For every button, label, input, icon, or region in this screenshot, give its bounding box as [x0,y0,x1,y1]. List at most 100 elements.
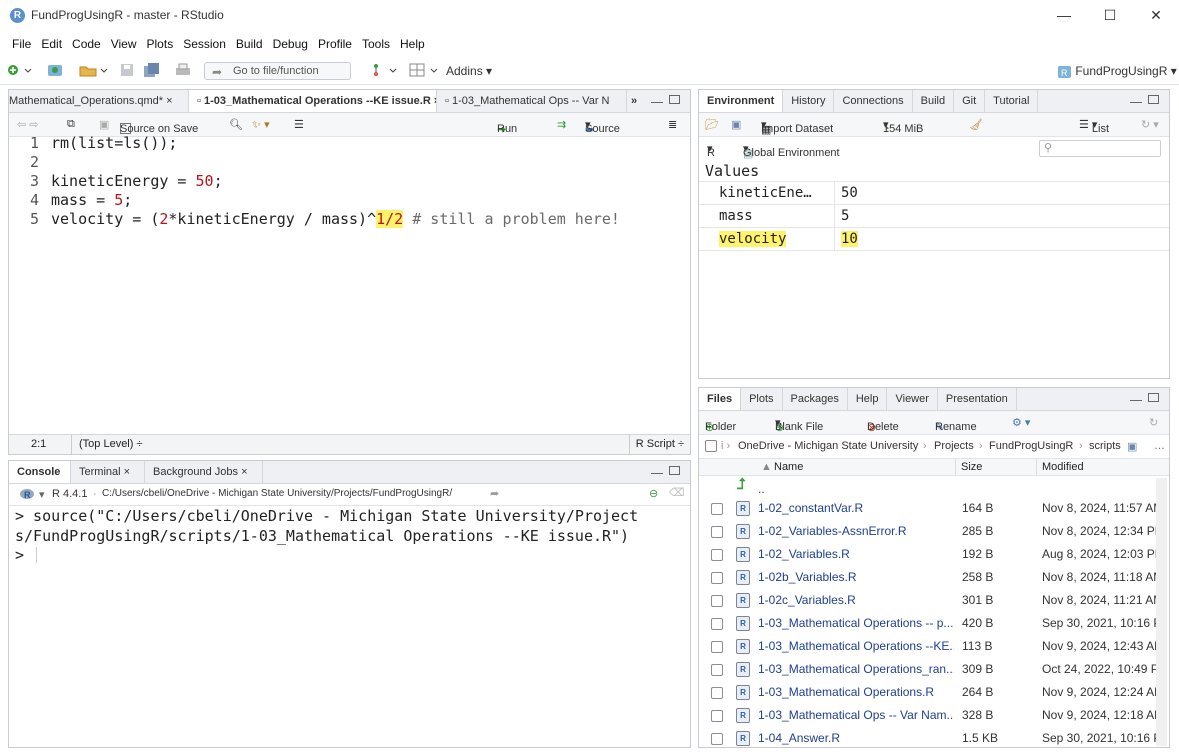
pane-minmax-icons[interactable] [643,461,690,483]
editor-tab-qmd[interactable]: Mathematical_Operations.qmd* × [9,90,189,112]
file-checkbox[interactable] [711,687,723,699]
environment-row[interactable]: mass 5 [699,205,1169,228]
more-gear-icon[interactable]: ⚙︎ ▾ [1012,416,1030,429]
close-tab-icon[interactable]: × [124,466,130,478]
filetype-selector[interactable]: R Script ÷ [628,435,684,454]
file-checkbox[interactable] [711,641,723,653]
view-mode-dropdown[interactable]: ☰ List ▾ [1079,118,1109,135]
menu-tools[interactable]: Tools [357,37,395,51]
save-icon[interactable]: ▣ [99,118,109,131]
environment-search-input[interactable]: ⚲ [1039,140,1161,157]
file-row[interactable]: R 1-02c_Variables.R 301 B Nov 8, 2024, 11:2… [699,589,1169,612]
show-in-window-icon[interactable]: ⧉ [67,118,75,131]
open-file-icon[interactable] [78,62,108,80]
menu-file[interactable]: File [7,37,36,51]
home-icon[interactable]: i › [721,440,730,452]
outline-toggle-icon[interactable]: ≣ [668,118,677,131]
file-row[interactable]: R 1-03_Mathematical Operations_ran... 309 … [699,658,1169,681]
console-output[interactable]: > source("C:/Users/cbeli/OneDrive - Mich… [15,507,685,566]
column-size[interactable]: Size [955,459,982,475]
file-row[interactable]: R 1-04_Answer.R 1.5 KB Sep 30, 2021, 10:16 … [699,727,1169,747]
file-name[interactable]: 1-02_constantVar.R [758,497,954,520]
search-icon[interactable]: 🔍︎ [229,118,243,131]
clear-broom-icon[interactable]: 🧹︎ [969,118,983,131]
file-checkbox[interactable] [711,503,723,515]
editor-tab-var-names[interactable]: ▫ 1-03_Mathematical Ops -- Var N [437,90,627,112]
back-forward-icons[interactable]: ⇦ ⇨ [17,118,39,131]
file-row[interactable]: R 1-02_Variables-AssnError.R 285 B Nov 8, 2… [699,520,1169,543]
maximize-button[interactable]: ☐ [1087,0,1133,30]
code-editor[interactable]: 1 rm(list=ls()); 2 3 kineticEnergy = 50; 4 ma… [9,134,689,229]
tab-terminal[interactable]: Terminal × [71,461,145,483]
menu-edit[interactable]: Edit [36,37,67,51]
environment-row[interactable]: kineticEne… 50 [699,182,1169,205]
print-icon[interactable] [174,62,192,80]
new-file-icon[interactable] [7,62,33,80]
file-checkbox[interactable] [711,618,723,630]
addins-menu[interactable]: Addins ▾ [446,62,492,80]
file-name[interactable]: 1-03_Mathematical Operations.R [758,681,954,704]
tab-git[interactable]: Git [954,90,986,112]
file-checkbox[interactable] [711,526,723,538]
file-row[interactable]: R 1-02b_Variables.R 258 B Nov 8, 2024, 11:1… [699,566,1169,589]
project-menu[interactable]: R FundProgUsingR ▾ [1057,62,1177,80]
file-row[interactable]: R 1-02_Variables.R 192 B Aug 8, 2024, 12:03… [699,543,1169,566]
file-row[interactable]: R 1-03_Mathematical Operations.R 264 B Nov … [699,681,1169,704]
menu-code[interactable]: Code [67,37,106,51]
environment-row[interactable]: velocity 10 [699,228,1169,251]
memory-usage[interactable]: ◔ 154 MiB ▾ [883,118,923,135]
scope-selector[interactable]: (Top Level) ÷ [71,435,143,454]
source-button[interactable]: ➥ Source ▾ [585,118,620,136]
tab-plots[interactable]: Plots [741,388,783,410]
menu-build[interactable]: Build [231,37,268,51]
file-checkbox[interactable] [711,710,723,722]
tab-help[interactable]: Help [848,388,888,410]
column-modified[interactable]: Modified [1036,459,1084,475]
document-outline-icon[interactable]: ☰ [294,118,304,131]
editor-tab-ke-issue[interactable]: ▫ 1-03_Mathematical Operations --KE issu… [189,90,437,112]
language-dropdown[interactable]: R ▾ [707,142,715,159]
file-checkbox[interactable] [711,595,723,607]
save-workspace-icon[interactable]: ▣ [731,118,741,131]
tab-connections[interactable]: Connections [834,90,913,112]
file-row[interactable]: R 1-03_Mathematical Ops -- Var Nam... 328 … [699,704,1169,727]
pane-minmax-icons[interactable] [1122,388,1169,410]
files-scrollbar[interactable] [1156,478,1167,746]
clear-console-icon[interactable]: ⌫ [669,486,685,499]
file-row[interactable]: R 1-02_constantVar.R 164 B Nov 8, 2024, 11:… [699,497,1169,520]
tab-packages[interactable]: Packages [783,388,848,410]
menu-debug[interactable]: Debug [268,37,313,51]
tab-build[interactable]: Build [913,90,955,112]
more-breadcrumb-icon[interactable]: … [1154,440,1165,452]
refresh-icon[interactable]: ↻ [1149,416,1158,429]
r-version-dropdown[interactable]: ▾ [39,488,45,501]
pane-layout-icon[interactable] [409,62,441,80]
file-name[interactable]: 1-04_Answer.R [758,727,954,747]
rerun-icon[interactable]: ⇉ [557,118,566,131]
breadcrumb-project[interactable]: FundProgUsingR [989,440,1073,452]
select-all-checkbox[interactable] [705,440,717,452]
file-name[interactable]: 1-02c_Variables.R [758,589,954,612]
go-to-directory-icon[interactable]: ➦ [490,487,499,500]
file-checkbox[interactable] [711,549,723,561]
blank-file-button[interactable]: ⊕ Blank File ▾ [775,416,823,434]
file-name[interactable]: 1-02_Variables-AssnError.R [758,520,954,543]
pane-minmax-icons[interactable] [643,90,690,112]
tab-files[interactable]: Files [699,388,742,410]
pane-minmax-icons[interactable] [1122,90,1169,112]
git-icon[interactable] [369,62,399,80]
goto-file-input[interactable]: Go to file/function [204,62,351,80]
scope-dropdown[interactable]: ▤ Global Environment ▾ [743,142,840,160]
menu-view[interactable]: View [106,37,142,51]
close-tab-icon[interactable]: × [241,466,247,478]
open-workspace-icon[interactable]: 📂︎ [705,118,719,131]
tab-presentation[interactable]: Presentation [938,388,1017,410]
file-row[interactable]: R 1-03_Mathematical Operations -- p... 420… [699,612,1169,635]
file-name[interactable]: 1-03_Mathematical Ops -- Var Nam... [758,704,954,727]
import-dataset-button[interactable]: ▦ Import Dataset ▾ [761,118,833,136]
parent-directory-row[interactable]: ⮥ .. [699,476,1169,498]
close-button[interactable]: ✕ [1133,0,1179,30]
file-name[interactable]: 1-03_Mathematical Operations -- p... [758,612,954,635]
tab-tutorial[interactable]: Tutorial [985,90,1039,112]
minimize-button[interactable]: — [1041,0,1087,30]
